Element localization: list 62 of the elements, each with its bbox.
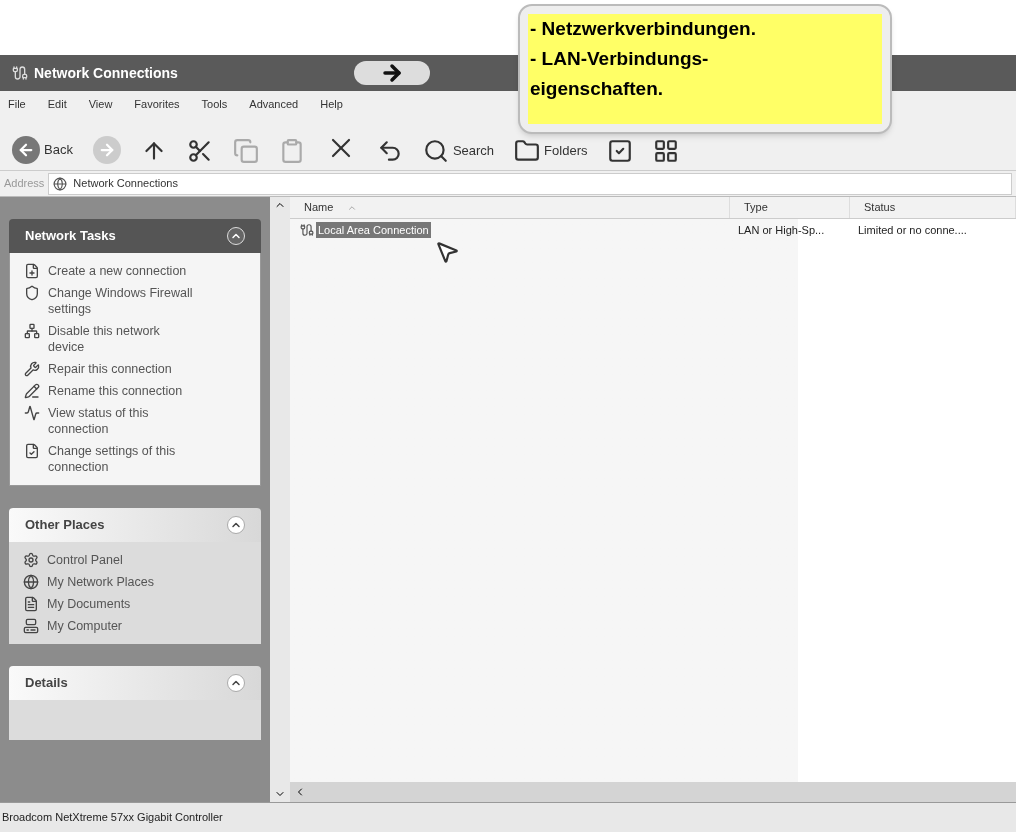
address-field[interactable]: Network Connections: [48, 172, 1012, 195]
globe-icon: [23, 574, 39, 590]
settings-icon: [23, 552, 39, 568]
grid-icon: [653, 138, 680, 164]
task-link[interactable]: My Network Places: [23, 574, 247, 590]
address-label: Address: [4, 176, 45, 192]
panel-title: Details: [25, 674, 68, 693]
table-cell-text: Limited or no conne....: [857, 222, 968, 238]
menu-item[interactable]: Tools: [201, 95, 228, 113]
search-button[interactable]: Search: [418, 134, 499, 168]
callout-text: - Netzwerkverbindungen.: [530, 17, 757, 41]
collapse-icon[interactable]: [227, 674, 245, 692]
menu-item[interactable]: File: [8, 95, 26, 113]
task-link[interactable]: My Documents: [23, 596, 247, 612]
column-header[interactable]: Name: [290, 197, 730, 218]
panel-title: Other Places: [25, 516, 105, 535]
panel-header[interactable]: Other Places: [9, 508, 261, 542]
folders-button[interactable]: Folders: [510, 134, 592, 168]
checkbox-icon: [607, 138, 634, 164]
cable-icon: [12, 65, 28, 81]
menu-item[interactable]: Favorites: [134, 95, 180, 113]
panel-header[interactable]: Details: [9, 666, 261, 700]
new-file-icon: [24, 263, 40, 279]
back-button[interactable]: Back: [8, 132, 77, 168]
task-link[interactable]: View status of this connection: [24, 405, 246, 437]
callout-text: - LAN-Verbindungs-eigenschaften.: [530, 47, 710, 101]
panel-title: Network Tasks: [25, 227, 116, 246]
window-title: Network Connections: [34, 63, 178, 83]
menu-item[interactable]: View: [88, 95, 113, 113]
task-link[interactable]: Change Windows Firewall settings: [24, 285, 246, 317]
document-icon: [23, 596, 39, 612]
column-header[interactable]: Status: [850, 197, 1016, 218]
wrench-icon: [24, 361, 40, 377]
document-check-icon: [24, 443, 40, 459]
panel-header[interactable]: Network Tasks: [9, 219, 261, 253]
file-name[interactable]: Local Area Connection: [316, 221, 431, 239]
task-link[interactable]: Disable this network device: [24, 323, 246, 355]
activity-icon: [24, 405, 40, 421]
network-icon: [24, 323, 40, 339]
shield-icon: [24, 285, 40, 301]
task-link[interactable]: Control Panel: [23, 552, 247, 568]
computer-icon: [23, 618, 39, 634]
menu-item[interactable]: Edit: [47, 95, 67, 113]
task-link[interactable]: Create a new connection: [24, 263, 246, 279]
task-link[interactable]: Rename this connection: [24, 383, 246, 399]
menu-item[interactable]: Advanced: [249, 95, 299, 113]
pencil-icon: [24, 383, 40, 399]
collapse-icon[interactable]: [227, 516, 245, 534]
folder-icon: [514, 138, 541, 164]
scissors-icon: [186, 138, 213, 164]
network-cable-icon: [300, 223, 314, 237]
column-header[interactable]: Type: [730, 197, 850, 218]
copy-icon: [232, 138, 259, 164]
menu-item[interactable]: Help: [320, 95, 343, 113]
mouse-cursor-icon: [434, 239, 460, 265]
table-cell-text: LAN or High-Sp...: [737, 222, 826, 238]
task-link[interactable]: My Computer: [23, 618, 247, 634]
globe-icon: [53, 176, 68, 191]
task-link[interactable]: Repair this connection: [24, 361, 246, 377]
status-text: Broadcom NetXtreme 57xx Gigabit Controller: [2, 810, 223, 826]
task-link[interactable]: Change settings of this connection: [24, 443, 246, 475]
search-icon: [422, 138, 449, 164]
